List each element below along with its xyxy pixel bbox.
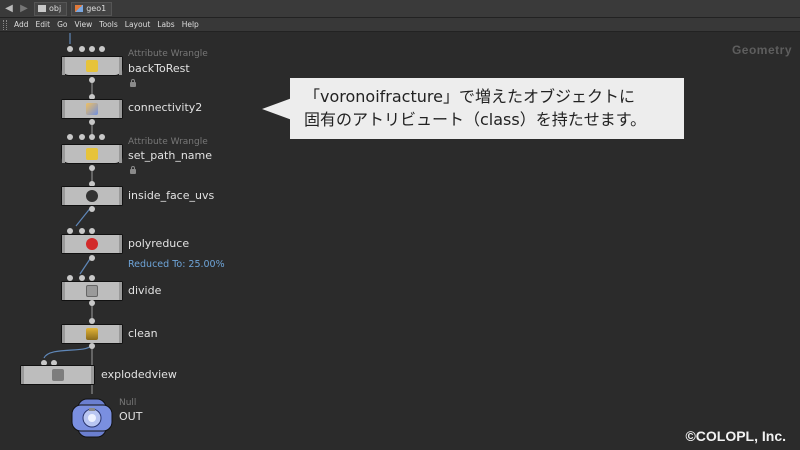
input-connector[interactable] (89, 46, 95, 52)
output-connector[interactable] (89, 77, 95, 83)
input-connector[interactable] (99, 46, 105, 52)
copyright-notice: ©COLOPL, Inc. (685, 428, 786, 444)
input-connector[interactable] (89, 134, 95, 140)
input-connector[interactable] (67, 134, 73, 140)
input-connector[interactable] (99, 134, 105, 140)
node-name-label: connectivity2 (128, 101, 203, 114)
node-clean[interactable] (61, 324, 123, 344)
node-set-path-name[interactable] (61, 144, 123, 164)
polyreduce-icon (86, 238, 98, 250)
explodedview-icon (51, 369, 64, 381)
node-backToRest[interactable] (61, 56, 123, 76)
callout-pointer (262, 98, 292, 120)
output-connector[interactable] (89, 300, 95, 306)
node-name-label: clean (128, 327, 158, 340)
output-connector[interactable] (89, 255, 95, 261)
output-connector[interactable] (89, 343, 95, 349)
input-connector[interactable] (79, 134, 85, 140)
lock-icon (130, 79, 136, 87)
wrangle-icon (86, 60, 98, 72)
node-explodedview[interactable] (20, 365, 95, 385)
input-connector[interactable] (67, 46, 73, 52)
output-connector[interactable] (89, 119, 95, 125)
node-inside-face-uvs[interactable] (61, 186, 123, 206)
node-name-label: OUT (119, 410, 143, 423)
input-connector[interactable] (79, 46, 85, 52)
node-name-label: inside_face_uvs (128, 189, 215, 202)
divide-icon (86, 285, 98, 297)
callout-line-2: 固有のアトリビュート（class）を持たせます。 (304, 110, 647, 129)
node-polyreduce[interactable] (61, 234, 123, 254)
null-node-icon[interactable] (68, 395, 116, 441)
node-type-label: Null (119, 398, 137, 408)
node-info-label: Reduced To: 25.00% (128, 259, 225, 270)
node-type-label: Attribute Wrangle (128, 49, 208, 59)
wrangle-icon (86, 148, 98, 160)
connectivity-icon (86, 103, 98, 115)
uv-icon (86, 190, 98, 202)
output-connector[interactable] (89, 165, 95, 171)
lock-icon (130, 166, 136, 174)
node-connectivity2[interactable] (61, 99, 123, 119)
clean-icon (86, 328, 98, 340)
node-type-label: Attribute Wrangle (128, 137, 208, 147)
node-name-label: explodedview (101, 368, 177, 381)
node-name-label: set_path_name (128, 149, 213, 162)
node-name-label: polyreduce (128, 237, 190, 250)
node-name-label: backToRest (128, 62, 190, 75)
callout-annotation: 「voronoifracture」で増えたオブジェクトに 固有のアトリビュート（… (290, 78, 684, 139)
callout-line-1: 「voronoifracture」で増えたオブジェクトに (304, 87, 635, 106)
node-name-label: divide (128, 284, 162, 297)
output-connector[interactable] (89, 206, 95, 212)
node-divide[interactable] (61, 281, 123, 301)
